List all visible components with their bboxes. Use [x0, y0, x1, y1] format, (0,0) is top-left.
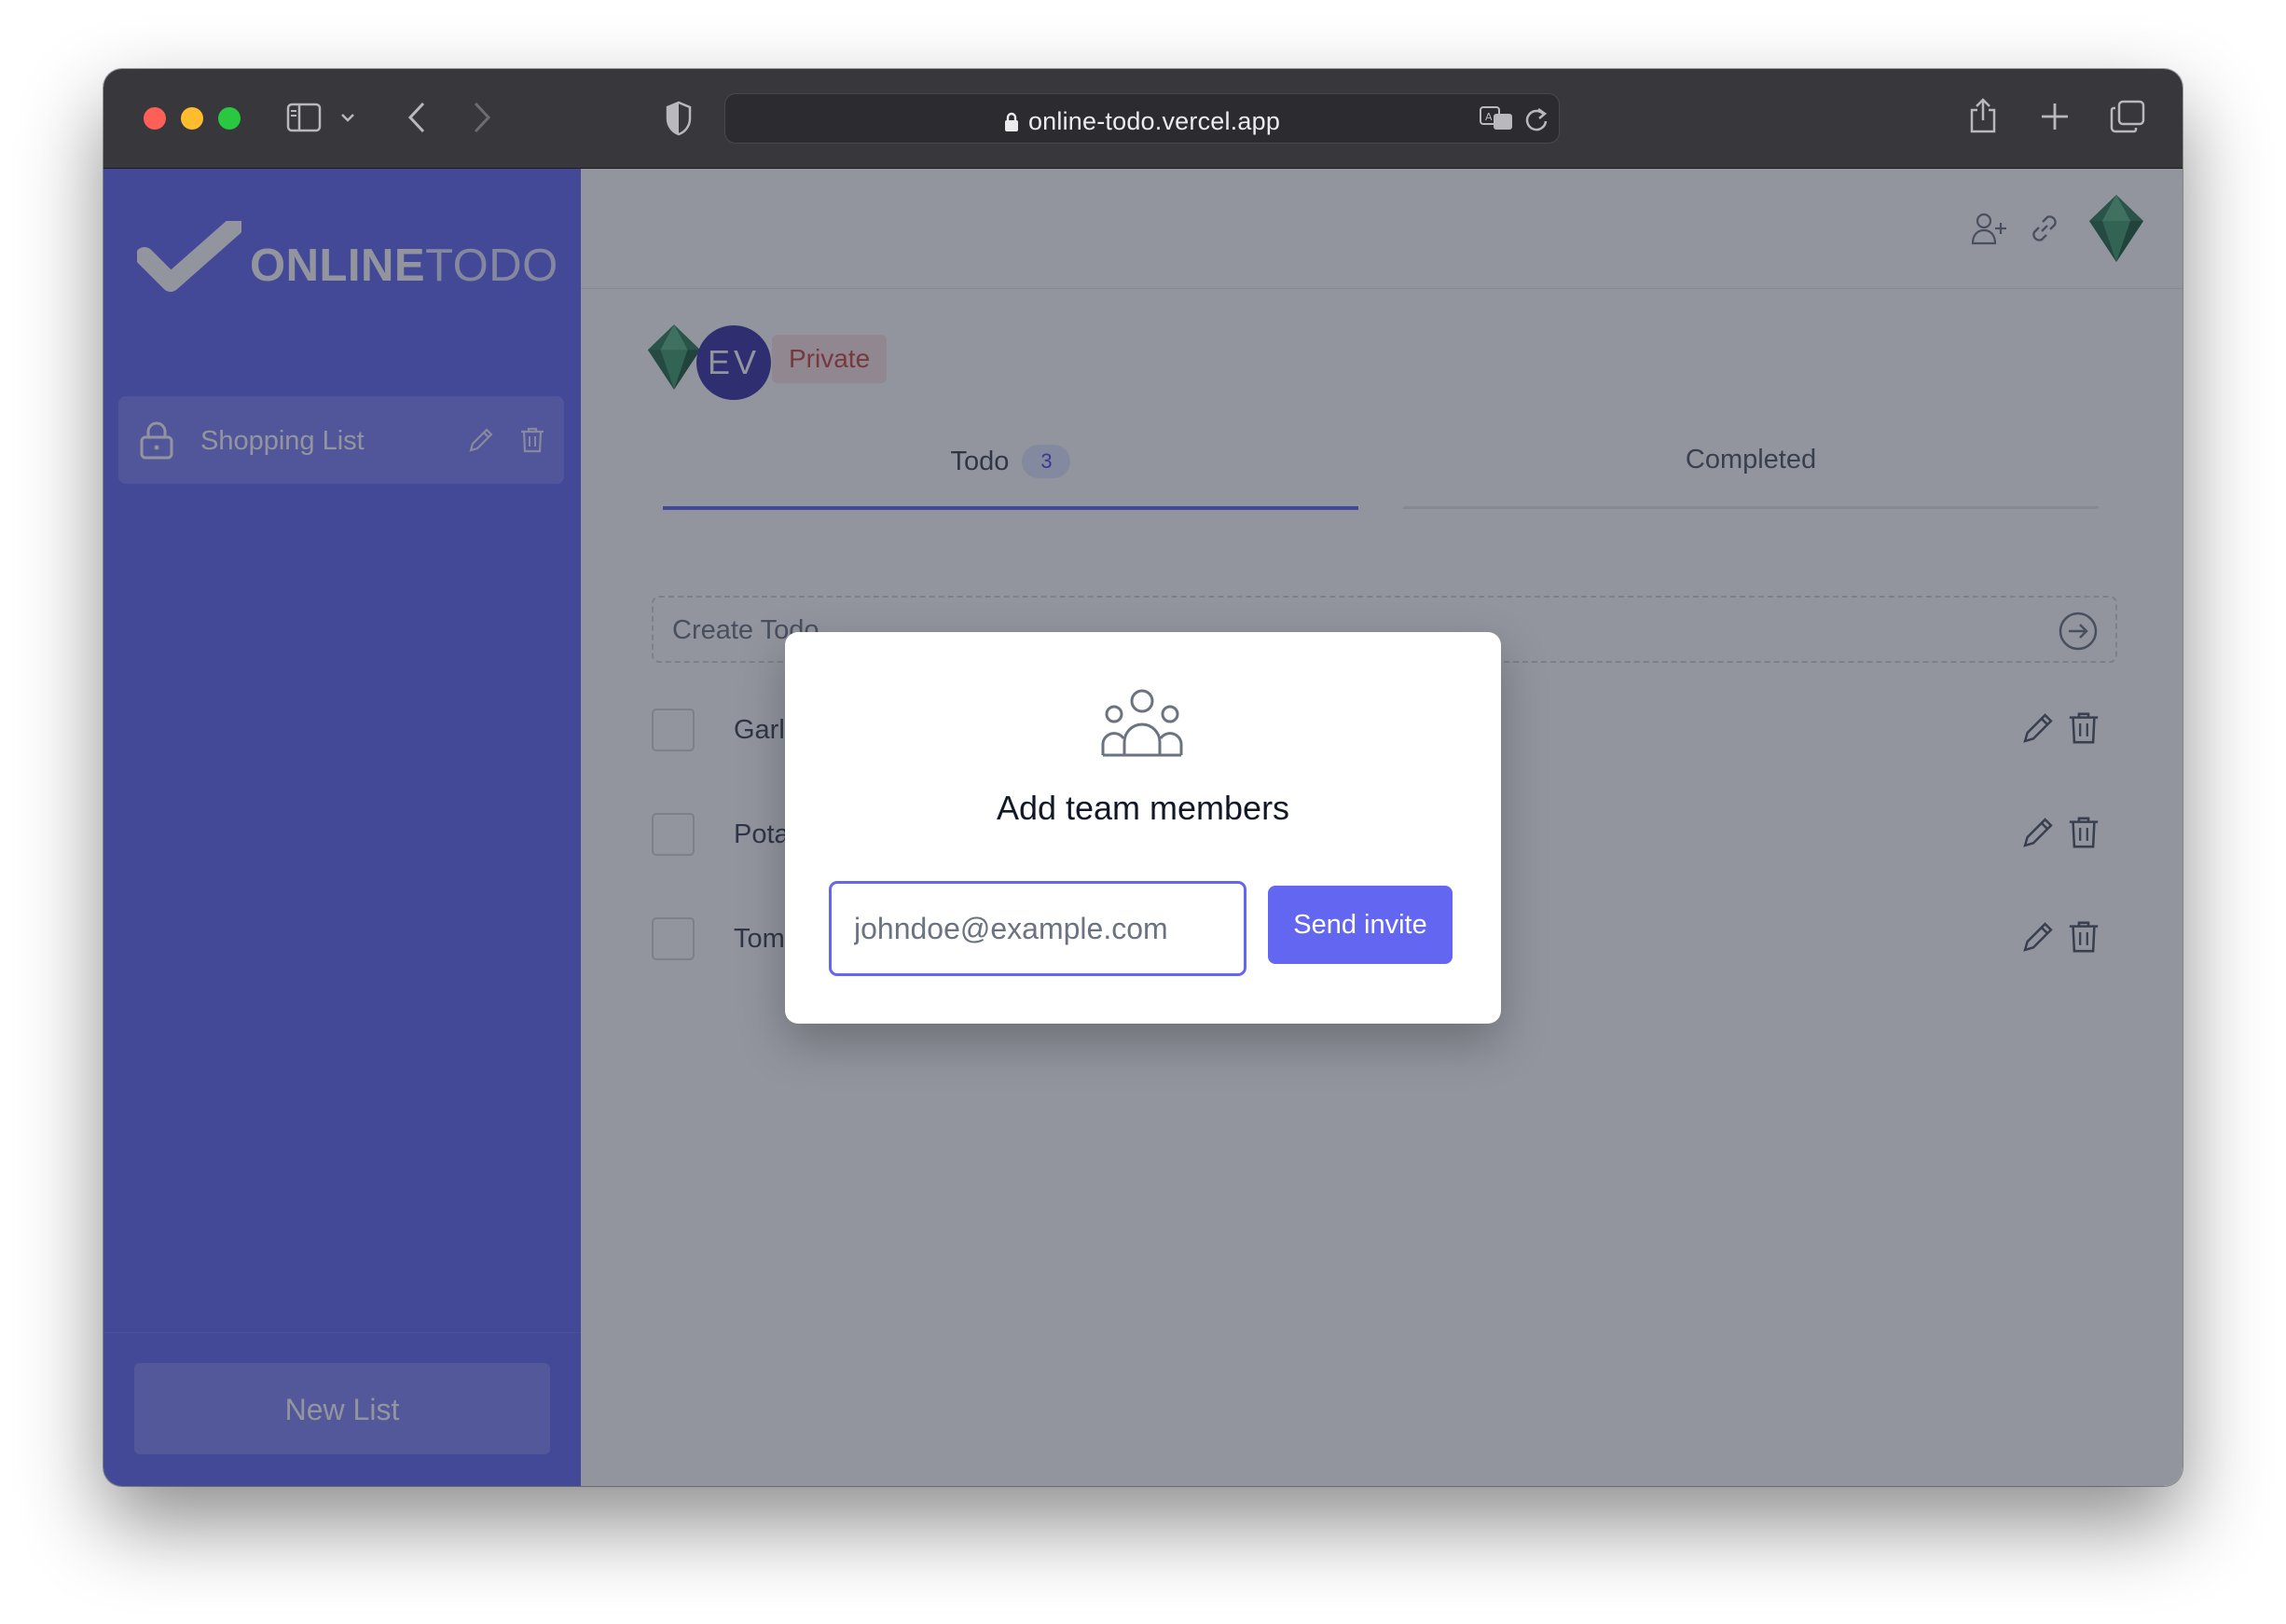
browser-window: online-todo.vercel.app A ON	[103, 69, 2183, 1486]
sidebar-toggle-icon[interactable]	[286, 103, 322, 132]
back-arrow-icon[interactable]	[406, 101, 427, 134]
url-text: online-todo.vercel.app	[1027, 107, 1281, 135]
send-invite-button[interactable]: Send invite	[1268, 886, 1453, 964]
reload-icon[interactable]	[1523, 105, 1549, 133]
share-icon[interactable]	[1968, 97, 1998, 134]
dialog-title: Add team members	[996, 789, 1290, 827]
zoom-window-button[interactable]	[218, 107, 241, 130]
lock-icon	[1004, 110, 1019, 139]
tab-overview-icon[interactable]	[2110, 100, 2145, 133]
forward-arrow-icon[interactable]	[472, 101, 492, 134]
chevron-down-icon[interactable]	[340, 110, 355, 125]
add-team-members-dialog: Add team members Send invite	[785, 632, 1501, 1024]
minimize-window-button[interactable]	[181, 107, 203, 130]
translate-icon[interactable]: A	[1479, 105, 1514, 131]
email-field[interactable]	[830, 882, 1246, 975]
svg-text:A: A	[1485, 111, 1493, 123]
new-tab-icon[interactable]	[2040, 102, 2070, 131]
close-window-button[interactable]	[144, 107, 166, 130]
team-icon	[1100, 688, 1184, 764]
privacy-shield-icon[interactable]	[665, 101, 693, 136]
address-bar[interactable]: online-todo.vercel.app A	[724, 93, 1560, 144]
browser-titlebar: online-todo.vercel.app A	[103, 69, 2183, 169]
